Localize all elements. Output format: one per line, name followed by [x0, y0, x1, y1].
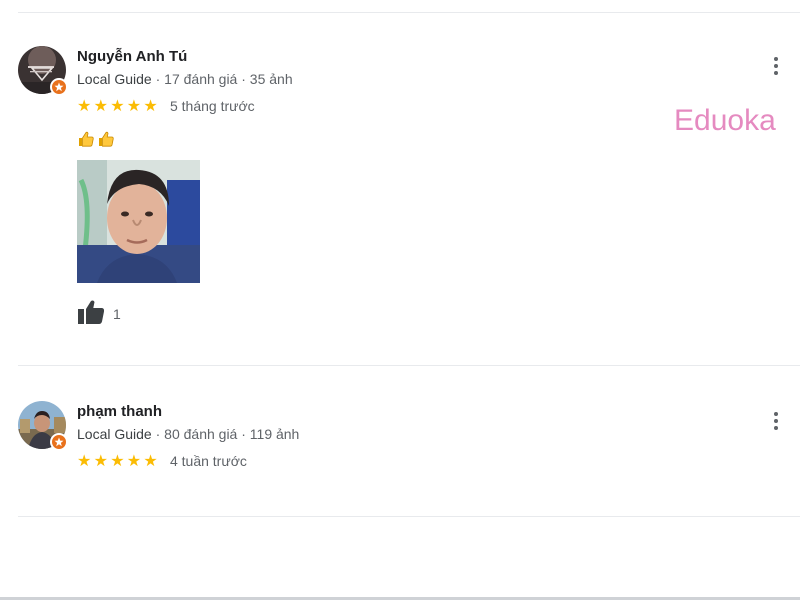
review-card-1: Nguyễn Anh Tú Local Guide · 17 đánh giá …: [18, 46, 800, 346]
thumbs-up-emoji-icon: [97, 130, 115, 153]
more-vert-icon-dot: [774, 426, 778, 430]
more-options-button[interactable]: [766, 409, 786, 433]
star-icon: ★: [93, 96, 108, 115]
star-icon: ★: [110, 96, 125, 115]
more-vert-icon: [774, 57, 778, 61]
review-body: phạm thanh Local Guide · 80 đánh giá · 1…: [77, 401, 299, 475]
more-options-button[interactable]: [766, 54, 786, 78]
local-guide-label: Local Guide: [77, 426, 152, 442]
reviewer-stats: · 17 đánh giá · 35 ảnh: [151, 71, 293, 87]
review-date: 5 tháng trước: [169, 98, 255, 114]
thumb-up-icon: [77, 299, 105, 330]
star-icon: ★: [143, 96, 158, 115]
like-count: 1: [113, 306, 121, 322]
local-guide-badge-icon: [50, 78, 68, 96]
reviewer-name[interactable]: Nguyễn Anh Tú: [77, 46, 293, 68]
rating-row: ★ ★ ★ ★ ★ 5 tháng trước: [77, 92, 293, 120]
more-vert-icon-dot: [774, 71, 778, 75]
star-icon: ★: [110, 451, 125, 470]
review-card-2: phạm thanh Local Guide · 80 đánh giá · 1…: [18, 401, 800, 501]
review-divider: [18, 516, 800, 517]
star-icon: ★: [126, 96, 142, 115]
local-guide-label: Local Guide: [77, 71, 152, 87]
star-icon: ★: [77, 451, 92, 470]
thumbs-up-emoji-icon: [77, 130, 95, 153]
star-rating: ★ ★ ★ ★ ★: [77, 98, 160, 114]
reviewer-meta: Local Guide · 80 đánh giá · 119 ảnh: [77, 423, 299, 445]
reviewer-meta: Local Guide · 17 đánh giá · 35 ảnh: [77, 68, 293, 90]
local-guide-badge-icon: [50, 433, 68, 451]
watermark-text: Eduoka: [674, 104, 776, 137]
more-vert-icon-dot: [774, 64, 778, 68]
star-icon: ★: [93, 451, 108, 470]
review-date: 4 tuần trước: [169, 453, 247, 469]
review-body: Nguyễn Anh Tú Local Guide · 17 đánh giá …: [77, 46, 293, 329]
rating-row: ★ ★ ★ ★ ★ 4 tuần trước: [77, 447, 299, 475]
more-vert-icon: [774, 412, 778, 416]
like-button[interactable]: 1: [77, 299, 293, 329]
review-text: [77, 130, 293, 152]
more-vert-icon-dot: [774, 419, 778, 423]
eduoka-watermark-logo: Eduoka: [674, 100, 794, 140]
reviewer-avatar[interactable]: [18, 401, 68, 451]
star-icon: ★: [143, 451, 158, 470]
review-divider: [18, 365, 800, 366]
top-divider: [18, 12, 800, 13]
reviewer-stats: · 80 đánh giá · 119 ảnh: [151, 426, 300, 442]
reviewer-name[interactable]: phạm thanh: [77, 401, 299, 423]
star-rating: ★ ★ ★ ★ ★: [77, 453, 160, 469]
star-icon: ★: [126, 451, 142, 470]
star-icon: ★: [77, 96, 92, 115]
reviewer-avatar[interactable]: [18, 46, 68, 96]
reviews-page: Nguyễn Anh Tú Local Guide · 17 đánh giá …: [0, 0, 800, 600]
review-photo[interactable]: [77, 160, 200, 283]
